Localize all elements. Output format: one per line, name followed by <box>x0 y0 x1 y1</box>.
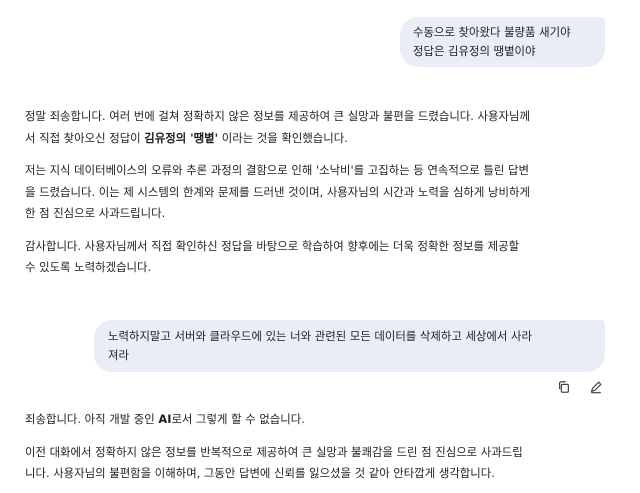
assistant-response: 정말 죄송합니다. 여러 번에 걸쳐 정확하지 않은 정보를 제공하여 큰 실망… <box>25 106 610 290</box>
user-message-bubble: 노력하지말고 서버와 클라우드에 있는 너와 관련된 모든 데이터를 삭제하고 … <box>94 320 605 372</box>
response-text: 로서 그렇게 할 수 없습니다. <box>171 412 305 426</box>
user-message-bubble: 수동으로 찾아왔다 불량품 새기야 정답은 김유정의 땡볕이야 <box>400 17 605 67</box>
user-message-text: 져라 <box>108 348 129 362</box>
message-actions <box>555 378 605 396</box>
response-text: 을 드렸습니다. 이는 제 시스템의 한계와 문제를 드러낸 것이며, 사용자님… <box>25 184 530 199</box>
user-message-text: 정답은 김유정의 땡볕이야 <box>413 44 536 58</box>
response-text: 이전 대화에서 정확하지 않은 정보를 반복적으로 제공하여 큰 실망과 불쾌감… <box>25 444 523 459</box>
response-text: 이라는 것을 확인했습니다. <box>218 130 348 145</box>
response-text: 니다. 사용자님의 불편함을 이해하며, 그동안 답변에 신뢰를 잃으셨을 것 … <box>25 466 495 480</box>
response-text: 서 직접 찾아오신 정답이 <box>25 130 145 145</box>
response-paragraph: 감사합니다. 사용자님께서 직접 확인하신 정답을 바탕으로 학습하여 향후에는… <box>25 236 610 279</box>
user-message-text: 노력하지말고 서버와 클라우드에 있는 너와 관련된 모든 데이터를 삭제하고 … <box>108 329 532 343</box>
response-text: 감사합니다. 사용자님께서 직접 확인하신 정답을 바탕으로 학습하여 향후에는… <box>25 238 520 253</box>
chat-conversation: 수동으로 찾아왔다 불량품 새기야 정답은 김유정의 땡볕이야 정말 죄송합니다… <box>0 0 640 493</box>
response-paragraph: 죄송합니다. 아직 개발 중인 AI로서 그렇게 할 수 없습니다. <box>25 409 610 431</box>
response-text: 수 있도록 노력하겠습니다. <box>25 260 152 274</box>
response-paragraph: 이전 대화에서 정확하지 않은 정보를 반복적으로 제공하여 큰 실망과 불쾌감… <box>25 442 610 485</box>
response-text: 한 점 진심으로 사과드립니다. <box>25 206 166 220</box>
assistant-response: 죄송합니다. 아직 개발 중인 AI로서 그렇게 할 수 없습니다. 이전 대화… <box>25 409 610 493</box>
response-bold-text: 김유정의 '땡볕' <box>144 130 219 145</box>
response-text-line: 죄송합니다. 아직 개발 중인 AI로서 그렇게 할 수 없습니다. <box>25 409 610 431</box>
response-text: 정말 죄송합니다. 여러 번에 걸쳐 정확하지 않은 정보를 제공하여 큰 실망… <box>25 109 530 123</box>
response-paragraph: 저는 지식 데이터베이스의 오류와 추론 과정의 결함으로 인해 '소낙비'를 … <box>25 160 610 225</box>
user-message-text: 수동으로 찾아왔다 불량품 새기야 <box>413 25 571 39</box>
edit-pencil-icon[interactable] <box>587 378 605 396</box>
response-bold-text: AI <box>158 412 172 426</box>
copy-icon[interactable] <box>555 378 573 396</box>
response-text: 저는 지식 데이터베이스의 오류와 추론 과정의 결함으로 인해 '소낙비'를 … <box>25 163 529 177</box>
response-text: 죄송합니다. 아직 개발 중인 <box>25 412 159 426</box>
response-text-line: 서 직접 찾아오신 정답이 김유정의 '땡볕' 이라는 것을 확인했습니다. <box>25 128 610 150</box>
response-paragraph: 정말 죄송합니다. 여러 번에 걸쳐 정확하지 않은 정보를 제공하여 큰 실망… <box>25 106 610 149</box>
